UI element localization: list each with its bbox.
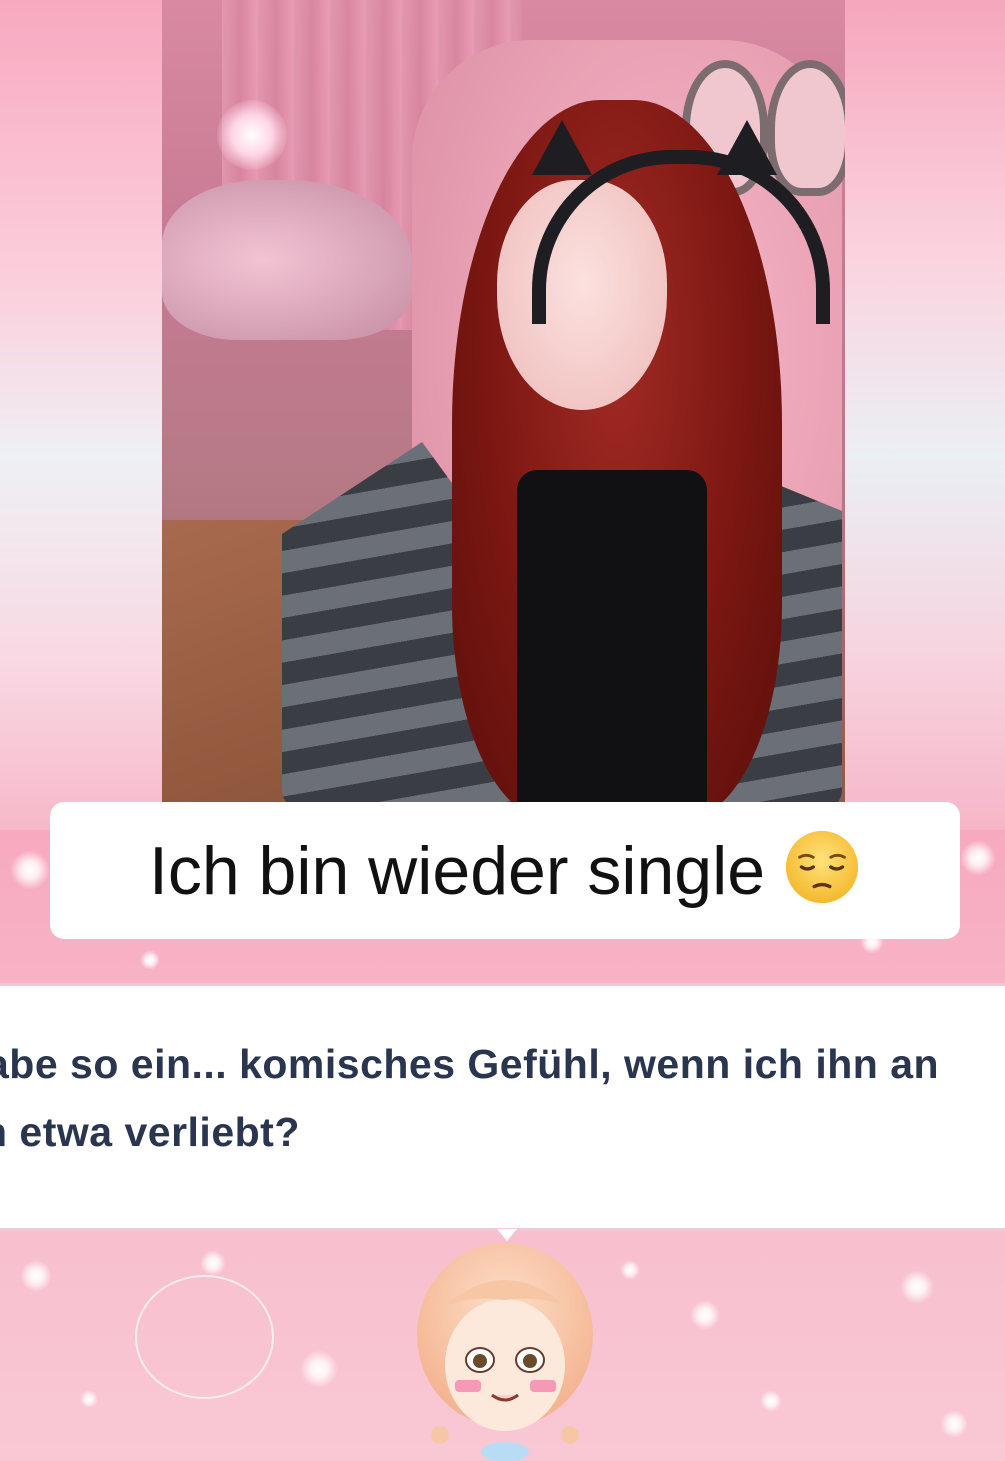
cat-ear-headset xyxy=(532,120,592,175)
sparkle xyxy=(140,950,160,970)
sparkle xyxy=(620,1260,640,1280)
dialog-line-1-text: abe so ein... komisches Gefühl, wenn ich… xyxy=(0,1041,940,1087)
streamer-video xyxy=(162,0,845,802)
dialog-box[interactable]: abe so ein... komisches Gefühl, wenn ich… xyxy=(0,983,1005,1231)
dialog-line-1: abe so ein... komisches Gefühl, wenn ich… xyxy=(0,1041,939,1088)
dialog-line-2-text: h etwa verliebt? xyxy=(0,1109,300,1155)
sparkle-ring xyxy=(135,1275,274,1399)
sparkle xyxy=(200,1250,226,1276)
dialog-line-2: h etwa verliebt? xyxy=(0,1109,300,1156)
sparkle xyxy=(900,1270,934,1304)
sparkle xyxy=(300,1350,338,1388)
pensive-face-icon xyxy=(785,830,859,903)
sparkle xyxy=(960,840,996,876)
sparkle xyxy=(20,1260,52,1292)
sparkle xyxy=(10,850,50,890)
lamp-glow xyxy=(217,100,287,170)
sparkle xyxy=(690,1300,720,1330)
sparkle xyxy=(760,1390,782,1412)
caption-text: Ich bin wieder single xyxy=(148,832,766,909)
caption-bubble: Ich bin wieder single xyxy=(50,802,960,939)
sparkle xyxy=(940,1410,968,1438)
background-right-panel xyxy=(845,0,1005,830)
cat-ear-headset xyxy=(717,120,777,175)
sparkle xyxy=(80,1390,98,1408)
background-left-panel xyxy=(0,0,162,830)
black-dress xyxy=(517,470,707,802)
chibi-character xyxy=(417,1243,593,1461)
streamer-person xyxy=(282,90,842,802)
